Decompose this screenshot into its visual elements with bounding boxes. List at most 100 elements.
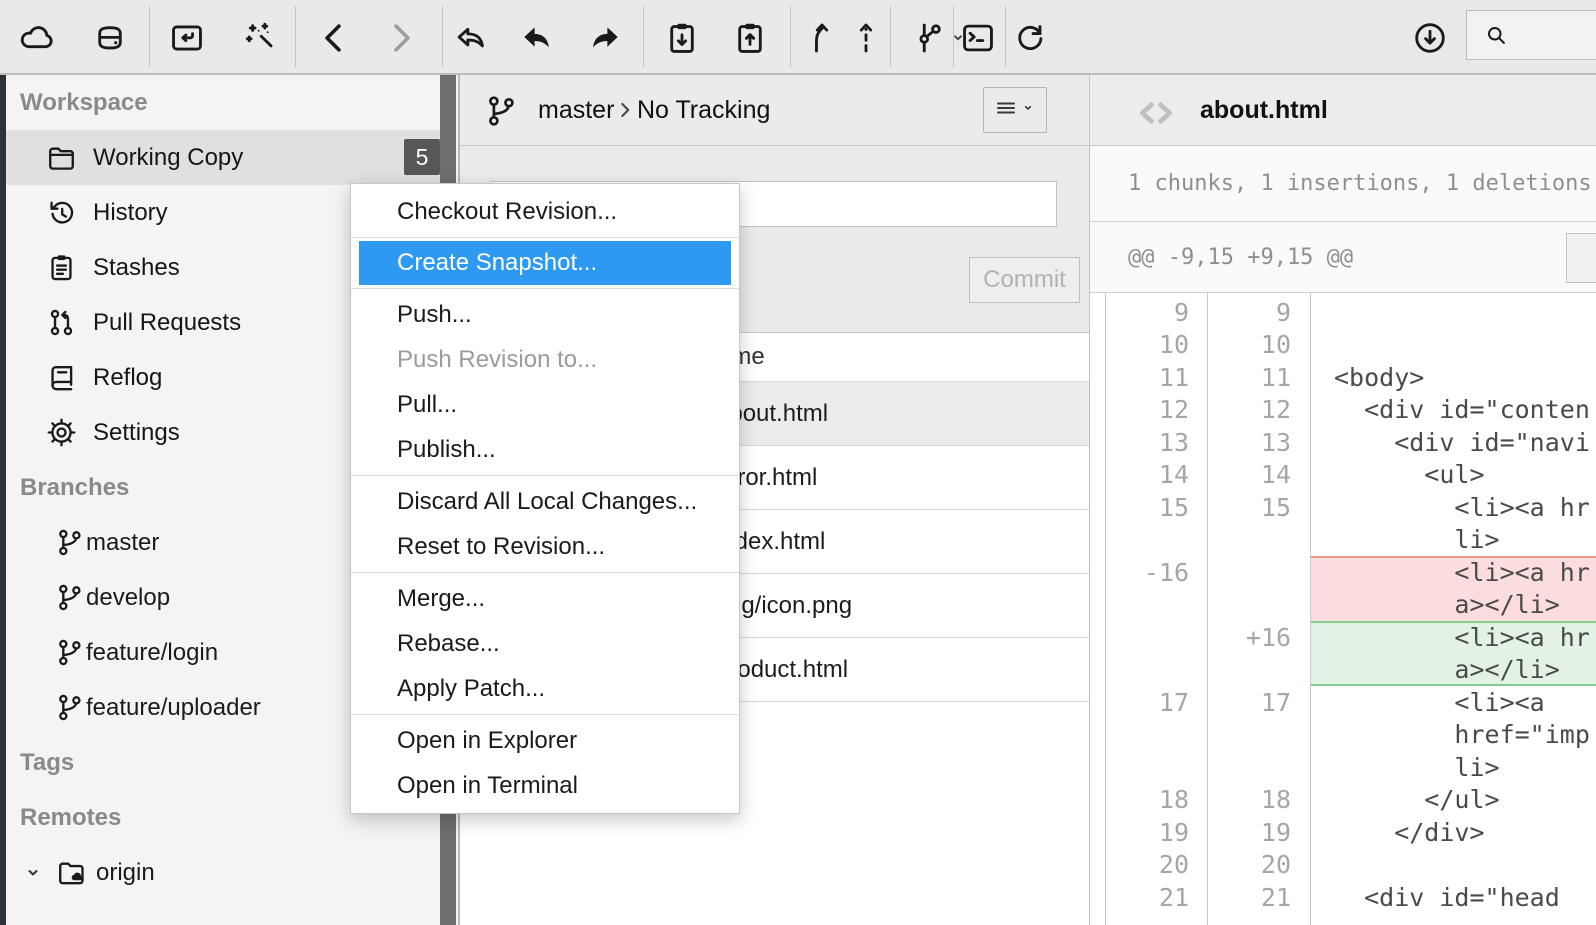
remote-folder-icon: [54, 856, 88, 890]
item-label: Pull Requests: [93, 309, 241, 337]
new-line-number: 15: [1207, 493, 1310, 522]
new-line-number: 10: [1207, 330, 1310, 359]
menu-item-reset-to-revision[interactable]: Reset to Revision...: [351, 524, 739, 569]
diff-line-12: 1212 <div id="conten: [1105, 394, 1596, 427]
menu-item-rebase[interactable]: Rebase...: [351, 621, 739, 666]
branch-icon: [52, 636, 86, 670]
menu-item-discard-all-local-changes[interactable]: Discard All Local Changes...: [351, 479, 739, 524]
new-line-number: 17: [1207, 688, 1310, 717]
old-line-number: 19: [1105, 818, 1207, 847]
sidebar-section-workspace: Workspace: [6, 75, 440, 130]
new-line-number: 9: [1207, 298, 1310, 327]
diff-line-17: 1717 <li><a: [1105, 686, 1596, 719]
item-label: Stashes: [93, 254, 180, 282]
menu-item-pull[interactable]: Pull...: [351, 382, 739, 427]
code-text: <ul>: [1310, 459, 1596, 492]
old-line-number: 18: [1105, 785, 1207, 814]
menu-item-push-revision-to: Push Revision to...: [351, 337, 739, 382]
cloud-icon[interactable]: [16, 17, 58, 59]
menu-item-publish[interactable]: Publish...: [351, 427, 739, 472]
diff-line-20: 2020: [1105, 849, 1596, 882]
menu-separator: [351, 475, 739, 476]
item-label: origin: [96, 859, 155, 887]
dashed-arrow-up-icon[interactable]: [845, 17, 887, 59]
chevron-left-icon[interactable]: [314, 17, 356, 59]
new-line-number: 21: [1207, 883, 1310, 912]
old-line-number: 17: [1105, 688, 1207, 717]
diff-code-area[interactable]: 9910101111<body>1212 <div id="conten1313…: [1105, 296, 1596, 925]
circle-down-icon[interactable]: [1409, 17, 1451, 59]
share-arrow-icon[interactable]: [450, 17, 492, 59]
commit-button[interactable]: Commit: [969, 257, 1080, 303]
toolbar-separator: [790, 6, 791, 68]
drive-icon[interactable]: [89, 17, 131, 59]
diff-line-9: 99: [1105, 296, 1596, 329]
clipboard-down-icon[interactable]: [661, 17, 703, 59]
item-label: Working Copy: [93, 144, 243, 172]
menu-item-open-in-terminal[interactable]: Open in Terminal: [351, 763, 739, 808]
code-text: <li><a hr: [1310, 491, 1596, 524]
branch-icon: [52, 526, 86, 560]
toolbar-separator: [890, 6, 891, 68]
chevron-down-icon: [1020, 100, 1036, 121]
old-line-number: 11: [1105, 363, 1207, 392]
menu-item-create-snapshot[interactable]: Create Snapshot...: [359, 241, 731, 285]
old-line-number: 13: [1105, 428, 1207, 457]
diff-line-del16: -16 <li><a hr: [1105, 556, 1596, 589]
undo-arrow-icon[interactable]: [516, 17, 558, 59]
item-label: Settings: [93, 419, 180, 447]
refresh-icon[interactable]: [1009, 17, 1051, 59]
search-box[interactable]: [1466, 10, 1596, 60]
code-text: <li><a hr: [1310, 556, 1596, 589]
book-icon: [44, 361, 78, 395]
code-text: <body>: [1310, 361, 1596, 394]
hunk-header-row: @@ -9,15 +9,15 @@ D: [1090, 222, 1596, 293]
toolbar-separator: [149, 6, 150, 68]
sidebar-item-working-copy[interactable]: Working Copy: [6, 130, 440, 185]
new-line-number: 20: [1207, 850, 1310, 879]
code-text: </div>: [1310, 816, 1596, 849]
search-icon: [1479, 18, 1513, 52]
chevron-right-icon: [612, 97, 638, 128]
sidebar-item-origin[interactable]: origin: [6, 845, 454, 900]
code-text: [1310, 296, 1596, 329]
new-line-number: 18: [1207, 785, 1310, 814]
diff-line-17: href="imp: [1105, 719, 1596, 752]
diff-line-15: li>: [1105, 524, 1596, 557]
chevron-right-icon[interactable]: [379, 17, 421, 59]
branch-icon: [52, 691, 86, 725]
branch-menu-button[interactable]: [983, 87, 1047, 133]
menu-item-checkout-revision[interactable]: Checkout Revision...: [351, 189, 739, 234]
diff-stats-label: 1 chunks, 1 insertions, 1 deletions.: [1090, 146, 1596, 222]
diff-line-18: 1818 </ul>: [1105, 784, 1596, 817]
menu-item-push[interactable]: Push...: [351, 292, 739, 337]
discard-hunk-button[interactable]: D: [1566, 233, 1596, 283]
diff-gutter-line: [1310, 293, 1311, 925]
menu-item-open-in-explorer[interactable]: Open in Explorer: [351, 718, 739, 763]
old-line-number: 20: [1105, 850, 1207, 879]
menu-item-merge[interactable]: Merge...: [351, 576, 739, 621]
wand-icon[interactable]: [238, 17, 280, 59]
code-text: href="imp: [1310, 719, 1596, 752]
code-text: <div id="conten: [1310, 394, 1596, 427]
diff-line-add16: +16 <li><a hr: [1105, 621, 1596, 654]
old-line-number: 12: [1105, 395, 1207, 424]
current-branch-label[interactable]: master: [538, 75, 614, 146]
branch-icon: [482, 92, 520, 135]
tracking-status-label[interactable]: No Tracking: [637, 75, 770, 146]
redo-arrow-icon[interactable]: [584, 17, 626, 59]
section-label: Branches: [20, 474, 129, 502]
menu-item-apply-patch[interactable]: Apply Patch...: [351, 666, 739, 711]
expander-chevron-down-icon[interactable]: [20, 856, 46, 890]
branch-merge-icon[interactable]: [801, 17, 843, 59]
terminal-icon[interactable]: [957, 17, 999, 59]
menu-separator: [351, 237, 739, 238]
code-text: </ul>: [1310, 784, 1596, 817]
search-input[interactable]: [1521, 21, 1596, 49]
menu-separator: [351, 288, 739, 289]
clipboard-up-icon[interactable]: [729, 17, 771, 59]
pull-request-icon: [44, 306, 78, 340]
code-text: [1310, 329, 1596, 362]
folder-open-icon[interactable]: [166, 17, 208, 59]
item-label: feature/login: [86, 639, 218, 667]
